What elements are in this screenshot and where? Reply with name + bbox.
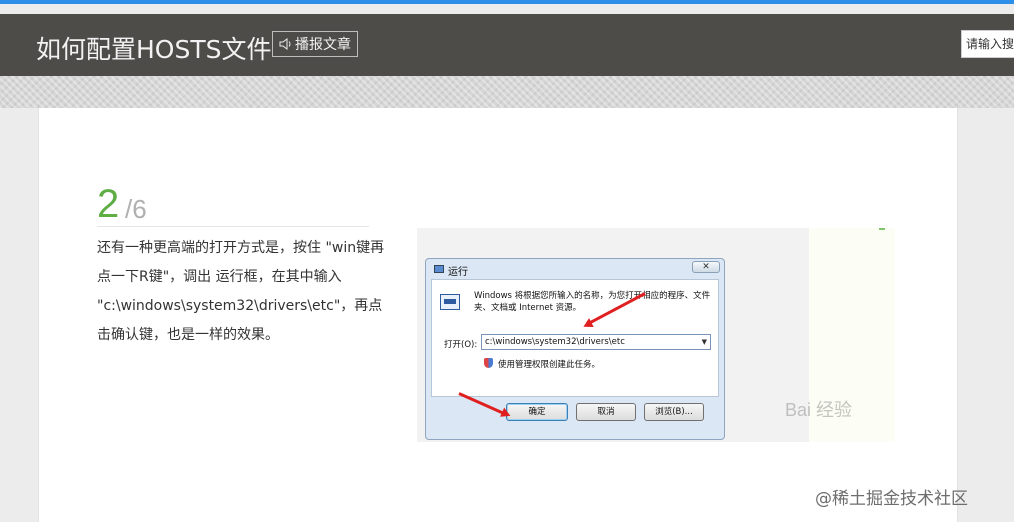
cancel-button: 取消: [576, 403, 636, 421]
run-dialog: 运行 ✕ Windows 将根据您所输入的名称，为您打开相应的程序、文件夹、文档…: [425, 258, 725, 440]
broadcast-article-button[interactable]: 播报文章: [272, 31, 358, 57]
page-header: 如何配置HOSTS文件 播报文章 请输入搜: [0, 14, 1014, 76]
shield-icon: [484, 358, 493, 368]
admin-text: 使用管理权限创建此任务。: [498, 360, 601, 370]
step-description: 还有一种更高端的打开方式是，按住 "win键再点一下R键"，调出 运行框，在其中…: [97, 240, 385, 343]
top-accent-line: [0, 0, 1014, 4]
decorative-band: [0, 76, 1014, 108]
open-field: c:\windows\system32\drivers\etc ▼: [481, 334, 711, 350]
browse-button: 浏览(B)...: [644, 403, 704, 421]
step-indicator: 2 /6: [97, 182, 369, 227]
page-title: 如何配置HOSTS文件: [36, 35, 272, 64]
speaker-icon: [279, 33, 293, 50]
baidu-watermark: Bai 经验: [785, 400, 853, 420]
dropdown-arrow-icon: ▼: [701, 338, 707, 346]
run-program-icon: [440, 294, 460, 310]
run-dialog-body: Windows 将根据您所输入的名称，为您打开相应的程序、文件夹、文档或 Int…: [431, 279, 719, 397]
open-field-value: c:\windows\system32\drivers\etc: [485, 337, 625, 347]
close-icon: ✕: [692, 261, 720, 273]
screenshot-mark: [879, 228, 885, 230]
article-content: 2 /6 还有一种更高端的打开方式是，按住 "win键再点一下R键"，调出 运行…: [38, 108, 958, 522]
run-window-icon: [434, 265, 444, 273]
search-input[interactable]: 请输入搜: [961, 30, 1014, 58]
run-dialog-title: 运行: [448, 267, 468, 278]
broadcast-label: 播报文章: [295, 37, 351, 53]
step-screenshot[interactable]: 运行 ✕ Windows 将根据您所输入的名称，为您打开相应的程序、文件夹、文档…: [417, 228, 895, 442]
ok-button: 确定: [506, 403, 568, 421]
step-current: 2: [97, 182, 120, 226]
run-dialog-text: Windows 将根据您所输入的名称，为您打开相应的程序、文件夹、文档或 Int…: [474, 291, 711, 313]
site-watermark: @稀土掘金技术社区: [815, 489, 968, 509]
step-total: /6: [125, 194, 147, 224]
open-label: 打开(O):: [444, 340, 478, 350]
